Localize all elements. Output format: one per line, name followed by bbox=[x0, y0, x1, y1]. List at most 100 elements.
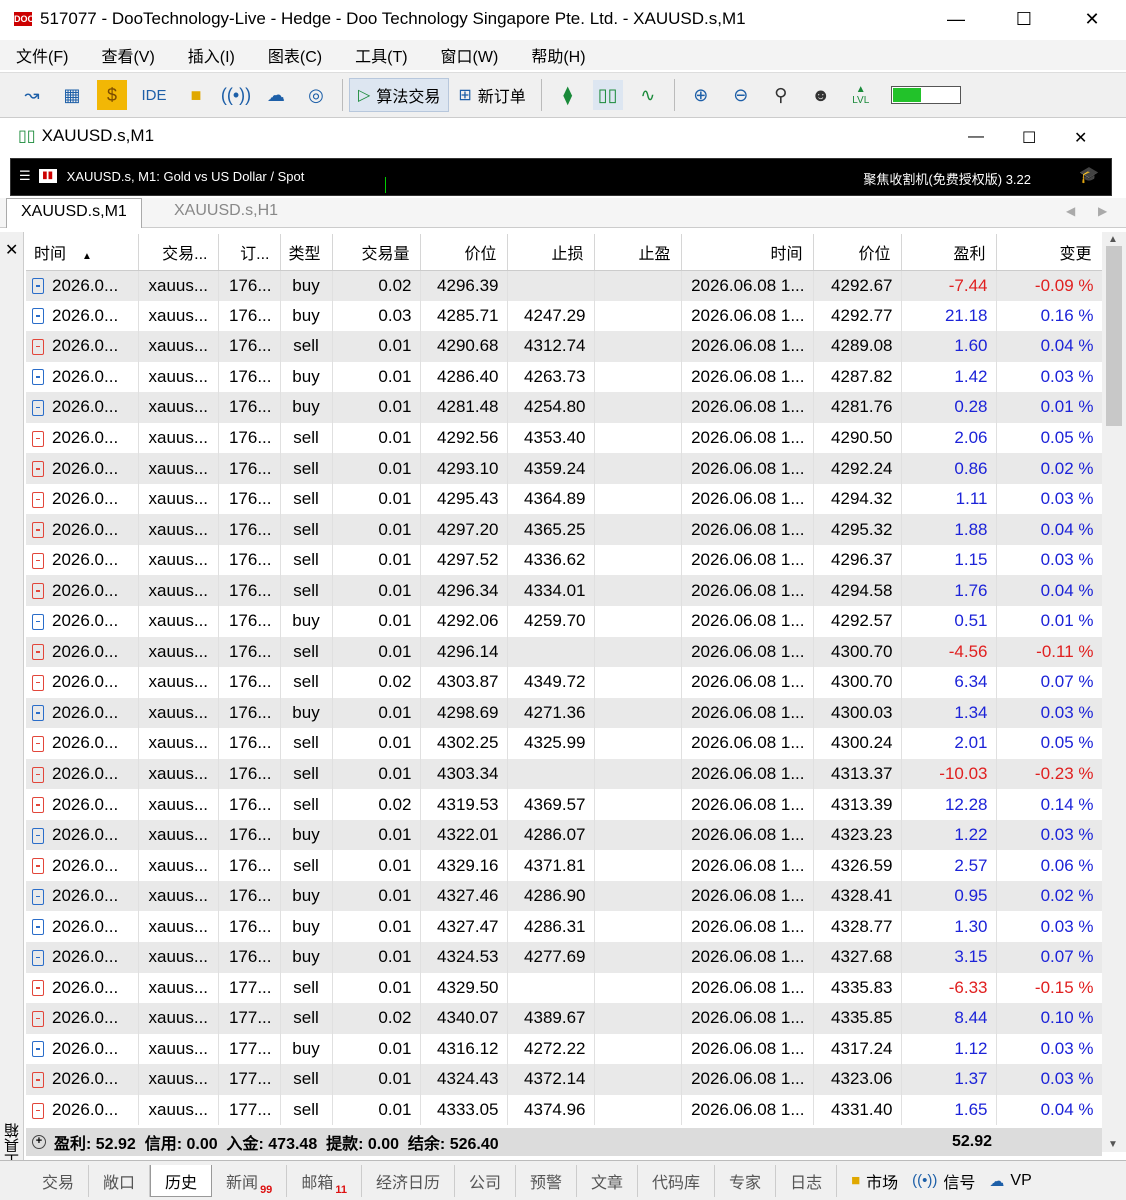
menu-window[interactable]: 窗口(W) bbox=[441, 43, 499, 67]
table-row[interactable]: 2026.0... xauus... 176... buy 0.01 4322.01 428… bbox=[26, 819, 1103, 851]
menu-icon[interactable]: ☰ bbox=[19, 168, 31, 184]
chart-maximize-button[interactable]: ☐ bbox=[1022, 128, 1036, 148]
table-row[interactable]: 2026.0... xauus... 176... sell 0.01 4293.10 43… bbox=[26, 453, 1103, 484]
market-bag-icon[interactable]: ■ bbox=[181, 80, 211, 110]
toolbox-tab[interactable]: 新闻 99 bbox=[212, 1164, 288, 1197]
toolbox-tab-signals[interactable]: ((•)) 信号 bbox=[912, 1169, 975, 1193]
algo-trading-button[interactable]: ▷ 算法交易 bbox=[349, 78, 450, 112]
table-row[interactable]: 2026.0... xauus... 176... buy 0.02 4296.39 202… bbox=[26, 270, 1103, 301]
toolbox-tab-vps[interactable]: ☁ VP bbox=[989, 1172, 1031, 1190]
vps-icon[interactable]: ◎ bbox=[301, 80, 331, 110]
chart-close-button[interactable]: ✕ bbox=[1074, 128, 1087, 148]
candles-icon[interactable]: ▯▯ bbox=[592, 80, 623, 110]
line-icon[interactable]: ∿ bbox=[633, 80, 663, 110]
toolbox-tab[interactable]: 历史 bbox=[150, 1164, 213, 1197]
table-row[interactable]: 2026.0... xauus... 176... sell 0.01 4297.52 43… bbox=[26, 544, 1103, 576]
bar-chart-icon[interactable]: ⧫ bbox=[553, 80, 583, 110]
table-row[interactable]: 2026.0... xauus... 176... sell 0.01 4295.43 43… bbox=[26, 483, 1103, 515]
menu-file[interactable]: 文件(F) bbox=[16, 43, 68, 67]
col-price[interactable]: 价位 bbox=[420, 234, 508, 271]
zoom-in-icon[interactable]: ⊕ bbox=[686, 80, 716, 110]
new-order-button[interactable]: ⊞ 新订单 bbox=[449, 78, 534, 112]
toolbox-tab[interactable]: 公司 bbox=[455, 1164, 516, 1197]
col-change[interactable]: 变更 bbox=[996, 234, 1103, 271]
table-row[interactable]: 2026.0... xauus... 177... sell 0.02 4340.07 43… bbox=[26, 1003, 1103, 1034]
table-row[interactable]: 2026.0... xauus... 176... sell 0.02 4319.53 43… bbox=[26, 789, 1103, 820]
toolbox-tab[interactable]: 日志 bbox=[776, 1164, 838, 1197]
col-type[interactable]: 类型 bbox=[280, 234, 333, 271]
col-close-price[interactable]: 价位 bbox=[813, 234, 902, 271]
chart-minimize-button[interactable]: — bbox=[968, 128, 984, 146]
cloud-icon[interactable]: ☁ bbox=[261, 80, 291, 110]
table-row[interactable]: 2026.0... xauus... 176... sell 0.01 4296.14 20… bbox=[26, 636, 1103, 668]
table-row[interactable]: 2026.0... xauus... 176... buy 0.01 4324.53 427… bbox=[26, 942, 1103, 973]
table-row[interactable]: 2026.0... xauus... 176... sell 0.01 4296.34 43… bbox=[26, 575, 1103, 607]
menu-view[interactable]: 查看(V) bbox=[101, 43, 154, 67]
table-row[interactable]: 2026.0... xauus... 176... buy 0.01 4327.47 428… bbox=[26, 911, 1103, 943]
tab-scroll-right-icon[interactable]: ▶ bbox=[1098, 204, 1107, 218]
table-row[interactable]: 2026.0... xauus... 176... buy 0.01 4292.06 425… bbox=[26, 606, 1103, 637]
menu-insert[interactable]: 插入(I) bbox=[188, 43, 235, 67]
tab-scroll-left-icon[interactable]: ◀ bbox=[1066, 204, 1075, 218]
cell-text: 2026.0... bbox=[52, 1100, 119, 1120]
zoom-out-icon[interactable]: ⊖ bbox=[726, 80, 756, 110]
minimize-button[interactable]: — bbox=[922, 0, 990, 38]
toolbox-tab[interactable]: 代码库 bbox=[638, 1164, 716, 1197]
dollar-icon[interactable]: $ bbox=[97, 80, 127, 110]
table-row[interactable]: 2026.0... xauus... 176... buy 0.01 4286.40 426… bbox=[26, 361, 1103, 393]
table-row[interactable]: 2026.0... xauus... 176... buy 0.03 4285.71 424… bbox=[26, 300, 1103, 332]
col-profit[interactable]: 盈利 bbox=[901, 234, 997, 271]
table-row[interactable]: 2026.0... xauus... 176... buy 0.01 4281.48 425… bbox=[26, 392, 1103, 423]
toolbox-tab[interactable]: 文章 bbox=[577, 1164, 639, 1197]
toolbox-tab[interactable]: 预警 bbox=[516, 1164, 578, 1197]
table-row[interactable]: 2026.0... xauus... 177... sell 0.01 4324.43 43… bbox=[26, 1064, 1103, 1095]
toolbox-tab[interactable]: 邮箱 11 bbox=[287, 1164, 362, 1197]
menu-tools[interactable]: 工具(T) bbox=[355, 43, 407, 67]
table-row[interactable]: 2026.0... xauus... 177... buy 0.01 4316.12 427… bbox=[26, 1033, 1103, 1065]
scroll-up-icon[interactable]: ▲ bbox=[1108, 234, 1118, 245]
col-symbol[interactable]: 交易... bbox=[138, 234, 219, 271]
menu-help[interactable]: 帮助(H) bbox=[531, 43, 585, 67]
table-row[interactable]: 2026.0... xauus... 176... sell 0.01 4303.34 20… bbox=[26, 758, 1103, 790]
line-chart-icon[interactable]: ↝ bbox=[17, 80, 47, 110]
menu-chart[interactable]: 图表(C) bbox=[268, 43, 322, 67]
search-icon[interactable]: ⚲ bbox=[766, 80, 796, 110]
table-row[interactable]: 2026.0... xauus... 176... sell 0.02 4303.87 43… bbox=[26, 667, 1103, 698]
ide-button[interactable]: IDE bbox=[137, 80, 171, 110]
col-order[interactable]: 订... bbox=[218, 234, 281, 271]
col-sl[interactable]: 止损 bbox=[507, 234, 595, 271]
maximize-button[interactable]: ☐ bbox=[990, 0, 1058, 38]
scroll-thumb[interactable] bbox=[1106, 246, 1122, 426]
table-row[interactable]: 2026.0... xauus... 176... sell 0.01 4290.68 43… bbox=[26, 331, 1103, 362]
signals-icon[interactable]: ((•)) bbox=[221, 80, 251, 110]
chart-area[interactable]: ☰ ▮▮ XAUUSD.s, M1: Gold vs US Dollar / S… bbox=[10, 158, 1112, 196]
toolbox-tab-market[interactable]: ■ 市场 bbox=[851, 1169, 898, 1193]
table-row[interactable]: 2026.0... xauus... 176... sell 0.01 4292.56 43… bbox=[26, 422, 1103, 454]
account-icon[interactable]: ☻ bbox=[806, 80, 836, 110]
toolbox-close-icon[interactable]: ✕ bbox=[5, 240, 18, 260]
table-row[interactable]: 2026.0... xauus... 177... sell 0.01 4329.50 20… bbox=[26, 972, 1103, 1004]
cell-profit: 2.57 bbox=[901, 850, 997, 881]
tab-xauusd-m1[interactable]: XAUUSD.s,M1 bbox=[6, 198, 142, 228]
col-tp[interactable]: 止盈 bbox=[594, 234, 682, 271]
col-close-time[interactable]: 时间 bbox=[681, 234, 814, 271]
vertical-scrollbar[interactable]: ▲ ▼ bbox=[1102, 232, 1126, 1152]
toolbox-tab[interactable]: 专家 bbox=[715, 1164, 777, 1197]
toolbox-tab[interactable]: 交易 bbox=[28, 1164, 90, 1197]
table-row[interactable]: 2026.0... xauus... 176... sell 0.01 4302.25 43… bbox=[26, 728, 1103, 759]
scroll-down-icon[interactable]: ▼ bbox=[1108, 1139, 1118, 1150]
toolbox-tab[interactable]: 经济日历 bbox=[362, 1164, 455, 1197]
table-row[interactable]: 2026.0... xauus... 177... sell 0.01 4333.05 43… bbox=[26, 1094, 1103, 1126]
indicators-icon[interactable]: ▦ bbox=[57, 80, 87, 110]
col-volume[interactable]: 交易量 bbox=[332, 234, 421, 271]
table-row[interactable]: 2026.0... xauus... 176... sell 0.01 4297.20 43… bbox=[26, 514, 1103, 545]
toolbox-tab[interactable]: 敞口 bbox=[89, 1164, 151, 1197]
close-button[interactable]: ✕ bbox=[1058, 0, 1126, 38]
expand-icon[interactable]: + bbox=[32, 1135, 46, 1149]
tab-xauusd-h1[interactable]: XAUUSD.s,H1 bbox=[160, 198, 292, 228]
table-row[interactable]: 2026.0... xauus... 176... buy 0.01 4327.46 428… bbox=[26, 880, 1103, 912]
table-row[interactable]: 2026.0... xauus... 176... buy 0.01 4298.69 427… bbox=[26, 697, 1103, 729]
col-time[interactable]: 时间 ▲ bbox=[26, 234, 139, 271]
expert-hat-icon[interactable]: 🎓 bbox=[1079, 165, 1101, 187]
table-row[interactable]: 2026.0... xauus... 176... sell 0.01 4329.16 43… bbox=[26, 850, 1103, 881]
